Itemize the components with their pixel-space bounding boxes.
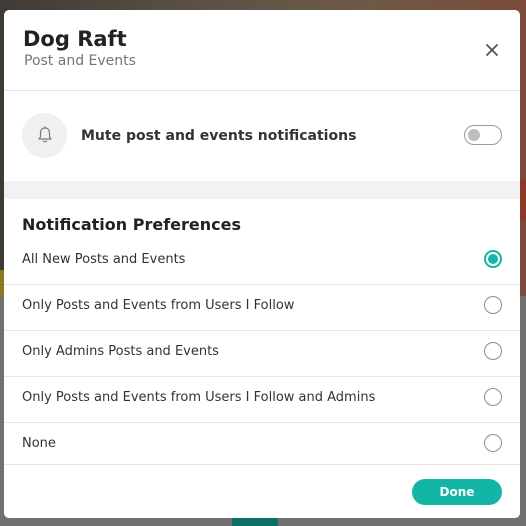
bell-icon xyxy=(38,126,52,143)
preference-option-following[interactable]: Only Posts and Events from Users I Follo… xyxy=(4,285,520,331)
radio-button[interactable] xyxy=(484,434,502,452)
preference-option-label: Only Admins Posts and Events xyxy=(22,344,219,359)
radio-button[interactable] xyxy=(484,388,502,406)
notification-settings-modal: Dog Raft Post and Events Mute post and e… xyxy=(4,10,520,518)
modal-subtitle: Post and Events xyxy=(24,53,136,69)
preference-option-admins[interactable]: Only Admins Posts and Events xyxy=(4,331,520,377)
background-decoration xyxy=(520,180,526,220)
modal-footer: Done xyxy=(4,464,520,518)
close-icon xyxy=(486,44,498,56)
preference-option-label: Only Posts and Events from Users I Follo… xyxy=(22,390,376,405)
notification-preferences-list: All New Posts and Events Only Posts and … xyxy=(4,239,520,468)
section-divider xyxy=(4,181,520,199)
radio-button[interactable] xyxy=(484,342,502,360)
close-button[interactable] xyxy=(482,40,502,60)
bell-icon-container xyxy=(22,113,67,158)
preference-option-following-and-admins[interactable]: Only Posts and Events from Users I Follo… xyxy=(4,377,520,423)
preference-option-label: All New Posts and Events xyxy=(22,252,186,267)
notification-preferences-heading: Notification Preferences xyxy=(22,215,242,234)
preference-option-label: Only Posts and Events from Users I Follo… xyxy=(22,298,295,313)
radio-button-selected[interactable] xyxy=(484,250,502,268)
mute-notifications-row: Mute post and events notifications xyxy=(4,91,520,181)
mute-notifications-toggle[interactable] xyxy=(464,125,502,145)
done-button[interactable]: Done xyxy=(412,479,502,505)
radio-button[interactable] xyxy=(484,296,502,314)
modal-header: Dog Raft Post and Events xyxy=(4,10,520,91)
preference-option-all[interactable]: All New Posts and Events xyxy=(4,239,520,285)
preference-option-none[interactable]: None xyxy=(4,423,520,468)
preference-option-label: None xyxy=(22,436,56,451)
toggle-knob xyxy=(468,129,480,141)
modal-title: Dog Raft xyxy=(23,27,127,51)
mute-notifications-label: Mute post and events notifications xyxy=(81,128,357,144)
